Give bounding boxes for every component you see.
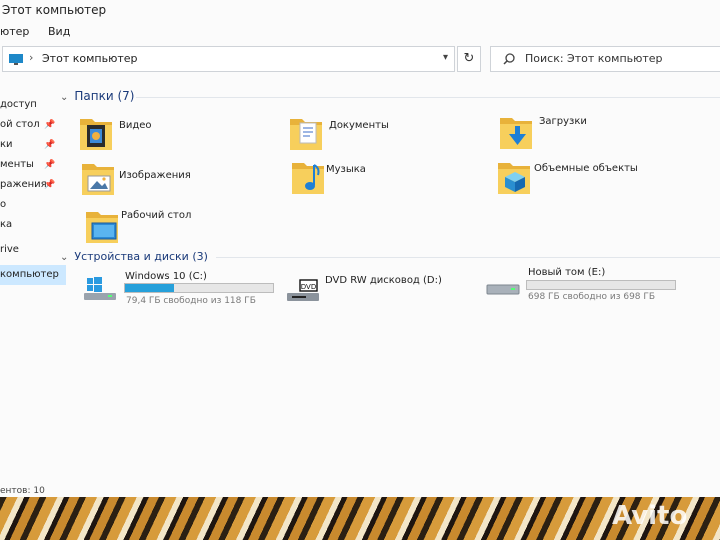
sidebar-item-onedrive[interactable]: rive <box>0 240 66 260</box>
address-bar[interactable]: › Этот компьютер ▾ <box>2 46 455 72</box>
content-pane: ⌄ Папки (7) Видео Документы Загрузки Изо… <box>60 80 720 490</box>
computer-icon <box>9 54 23 65</box>
sidebar-item-pictures[interactable]: ражения 📌 <box>0 175 66 195</box>
dvd-badge: DVD <box>301 283 316 291</box>
navigation-pane: доступ ой стол 📌 ки 📌 менты 📌 ражения 📌 о ка… <box>0 90 66 490</box>
sidebar-item-music[interactable]: ка <box>0 215 66 235</box>
refresh-button[interactable]: ↻ <box>457 46 481 72</box>
menu-item-computer[interactable]: ютер <box>0 22 29 42</box>
folder-label: Объемные объекты <box>534 163 638 174</box>
drives-group-header[interactable]: ⌄ Устройства и диски (3) <box>60 250 208 263</box>
sidebar-item-downloads[interactable]: ки 📌 <box>0 135 66 155</box>
hard-drive-icon <box>486 284 520 295</box>
avito-watermark: Avito <box>612 501 688 531</box>
sidebar-item-label: менты <box>0 159 34 170</box>
folders-group-header[interactable]: ⌄ Папки (7) <box>60 89 134 103</box>
dvd-drive-icon: DVD <box>287 279 319 301</box>
pin-icon: 📌 <box>44 160 56 170</box>
drive-e[interactable]: Новый том (E:) 698 ГБ свободно из 698 ГБ <box>486 267 706 311</box>
folder-label: Изображения <box>119 170 191 181</box>
drive-name: Windows 10 (C:) <box>125 271 207 282</box>
group-divider <box>216 257 720 258</box>
window-title: Этот компьютер <box>2 3 107 17</box>
folder-label: Загрузки <box>539 116 587 127</box>
group-divider <box>136 97 720 98</box>
video-folder-icon <box>80 119 112 150</box>
search-icon <box>503 53 515 65</box>
sidebar-item-label: ражения <box>0 179 47 190</box>
drives-group-title: Устройства и диски (3) <box>74 250 208 263</box>
drive-name: Новый том (E:) <box>528 267 606 278</box>
folders-group-title: Папки (7) <box>74 89 135 103</box>
music-folder-icon <box>292 163 324 194</box>
drive-c[interactable]: Windows 10 (C:) 79,4 ГБ свободно из 118 … <box>84 268 284 312</box>
downloads-folder-icon <box>500 118 532 149</box>
sidebar-item-this-pc[interactable]: компьютер <box>0 265 66 285</box>
menu-item-view[interactable]: Вид <box>48 22 70 42</box>
documents-folder-icon <box>290 119 322 150</box>
pin-icon: 📌 <box>44 140 56 150</box>
sidebar-item-label: ки <box>0 139 13 150</box>
search-box[interactable]: Поиск: Этот компьютер <box>490 46 720 72</box>
folder-label: Музыка <box>326 164 366 175</box>
pictures-folder-icon <box>82 164 114 195</box>
breadcrumb-this-pc[interactable]: Этот компьютер <box>42 52 138 65</box>
chevron-down-icon: ⌄ <box>60 252 69 263</box>
sidebar-item-label: ой стол <box>0 119 40 130</box>
drive-d[interactable]: DVD DVD RW дисковод (D:) <box>286 270 486 314</box>
chevron-down-icon: ⌄ <box>60 92 69 103</box>
sidebar-item-desktop[interactable]: ой стол 📌 <box>0 115 66 135</box>
chevron-down-icon[interactable]: ▾ <box>443 52 448 63</box>
search-input[interactable]: Поиск: Этот компьютер <box>525 52 663 65</box>
drive-usage-bar <box>526 280 676 290</box>
refresh-icon: ↻ <box>463 51 475 66</box>
folder-label: Документы <box>329 120 389 131</box>
drive-free-space: 79,4 ГБ свободно из 118 ГБ <box>126 296 256 306</box>
drive-free-space: 698 ГБ свободно из 698 ГБ <box>528 292 656 302</box>
drive-usage-bar <box>124 283 274 293</box>
sidebar-item-label: rive <box>0 244 19 255</box>
sidebar-item-quick-access[interactable]: доступ <box>0 95 66 115</box>
3d-objects-folder-icon <box>498 163 530 194</box>
explorer-window: Этот компьютер ютер Вид › Этот компьютер… <box>0 0 720 497</box>
windows-drive-icon <box>84 277 116 300</box>
sidebar-item-label: ка <box>0 219 13 230</box>
pin-icon: 📌 <box>44 180 56 190</box>
desktop-folder-icon <box>86 212 118 243</box>
sidebar-item-label: компьютер <box>0 269 59 280</box>
sidebar-item-video[interactable]: о <box>0 195 66 215</box>
sidebar-item-label: о <box>0 199 7 210</box>
address-row: › Этот компьютер ▾ ↻ Поиск: Этот компьют… <box>0 46 720 74</box>
breadcrumb-separator: › <box>29 51 34 64</box>
folder-label: Рабочий стол <box>121 210 192 221</box>
drive-name: DVD RW дисковод (D:) <box>325 275 442 286</box>
drive-usage-fill <box>125 284 174 292</box>
folder-label: Видео <box>119 120 152 131</box>
pin-icon: 📌 <box>44 120 56 130</box>
status-bar: ентов: 10 <box>0 486 45 496</box>
sidebar-item-label: доступ <box>0 99 37 110</box>
sidebar-item-documents[interactable]: менты 📌 <box>0 155 66 175</box>
